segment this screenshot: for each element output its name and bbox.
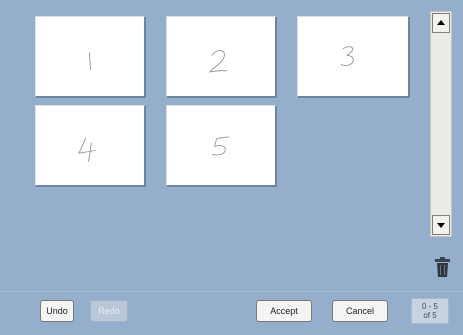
bottom-toolbar: Undo Redo Accept Cancel 0 - 5 of 5	[0, 291, 463, 335]
undo-button[interactable]: Undo	[40, 300, 74, 322]
handwritten-3-glyph	[340, 46, 354, 67]
scroll-up-button[interactable]	[432, 13, 450, 33]
cancel-button[interactable]: Cancel	[332, 300, 388, 322]
handwritten-5-glyph	[211, 136, 230, 156]
page-thumbnail-2[interactable]	[166, 16, 277, 98]
trash-can-icon[interactable]	[435, 257, 450, 277]
thumbnail-workspace	[0, 0, 463, 291]
page-range-text: 0 - 5	[421, 302, 438, 311]
arrow-down-icon	[437, 223, 445, 228]
page-thumbnail-3[interactable]	[297, 16, 410, 98]
handwritten-1-glyph	[89, 52, 91, 70]
page-total-text: of 5	[423, 311, 437, 320]
accept-button[interactable]: Accept	[256, 300, 312, 322]
page-thumbnail-5[interactable]	[166, 105, 277, 187]
scrollbar-track[interactable]	[432, 34, 450, 214]
arrow-up-icon	[437, 20, 445, 25]
redo-button[interactable]: Redo	[90, 300, 128, 322]
vertical-scrollbar[interactable]	[430, 11, 452, 237]
scroll-down-button[interactable]	[432, 215, 450, 235]
page-thumbnail-1[interactable]	[35, 16, 146, 98]
handwritten-2-glyph	[208, 50, 228, 73]
page-thumbnail-4[interactable]	[35, 105, 146, 187]
handwritten-4-glyph	[78, 137, 96, 162]
page-count-indicator: 0 - 5 of 5	[411, 298, 449, 324]
